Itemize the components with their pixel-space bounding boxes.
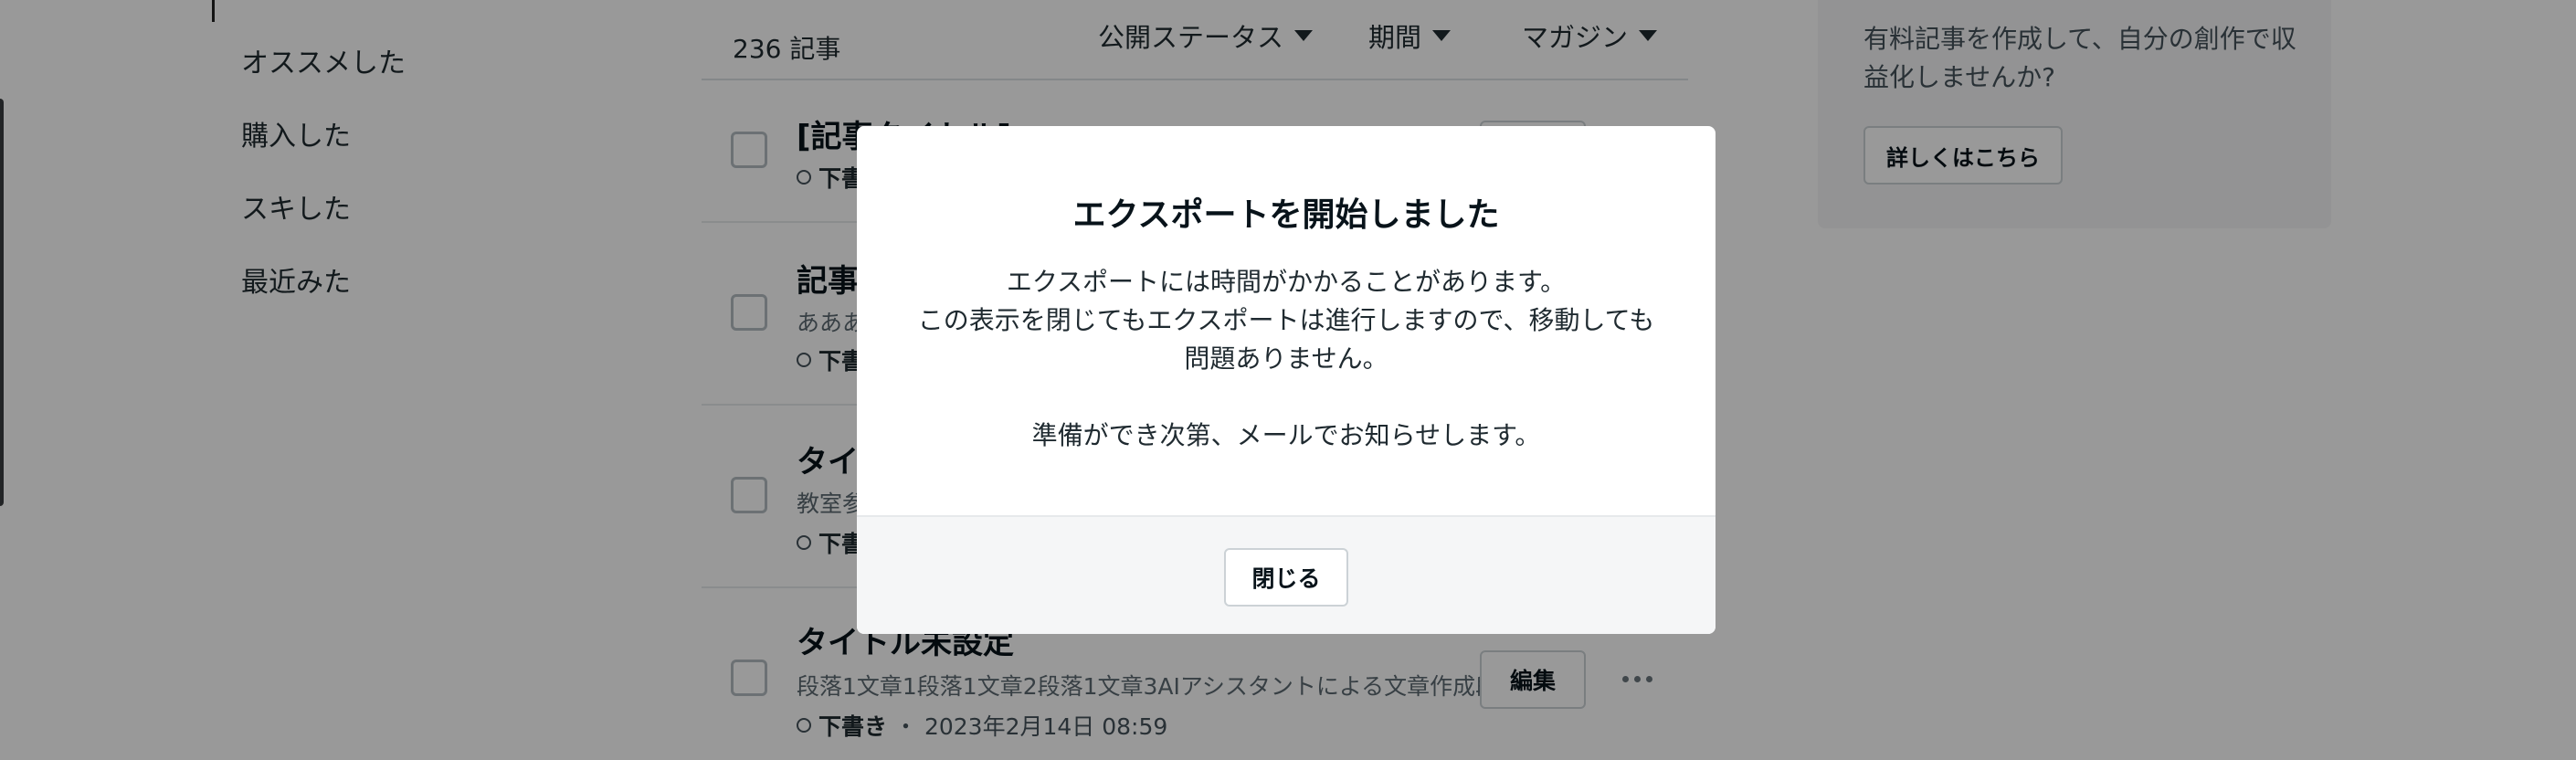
- dialog-body: エクスポートを開始しました エクスポートには時間がかかることがあります。 この表…: [857, 126, 1716, 515]
- export-started-dialog: エクスポートを開始しました エクスポートには時間がかかることがあります。 この表…: [857, 126, 1716, 634]
- dialog-message: エクスポートには時間がかかることがあります。 この表示を閉じてもエクスポートは進…: [912, 263, 1661, 455]
- dialog-title: エクスポートを開始しました: [1072, 196, 1500, 234]
- dialog-spacer: [912, 378, 1661, 417]
- dialog-footer: 閉じる: [857, 515, 1716, 634]
- dialog-message-line: 準備ができ次第、メールでお知らせします。: [1031, 420, 1541, 450]
- close-button[interactable]: 閉じる: [1224, 548, 1348, 607]
- dialog-message-line: エクスポートには時間がかかることがあります。: [1006, 267, 1567, 297]
- dialog-message-line: この表示を閉じてもエクスポートは進行しますので、移動しても問題ありません。: [917, 305, 1655, 374]
